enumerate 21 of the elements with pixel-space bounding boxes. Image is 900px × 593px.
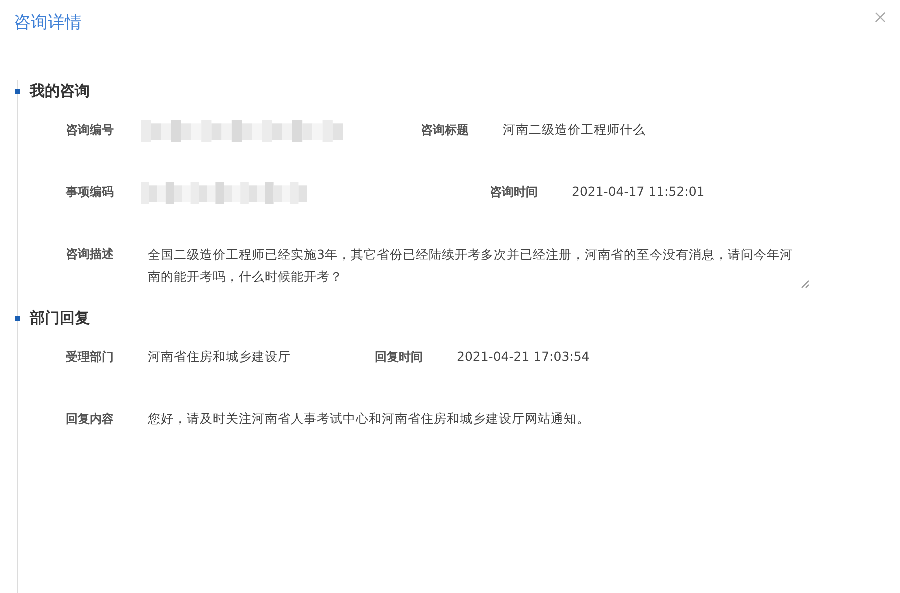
section-heading: 部门回复 [30,308,90,328]
field-label: 咨询编号 [66,122,115,139]
close-icon[interactable] [875,12,886,22]
field-label: 回复时间 [375,349,424,366]
field-value: 您好，请及时关注河南省人事考试中心和河南省住房和城乡建设厅网站通知。 [148,410,590,428]
field-label: 咨询标题 [421,122,470,139]
field-value: 2021-04-21 17:03:54 [457,348,590,366]
field-value: 2021-04-17 11:52:01 [572,183,705,201]
resize-grip-icon[interactable] [801,280,809,288]
field-label: 咨询时间 [490,184,539,201]
field-value: 河南二级造价工程师什么 [503,121,646,139]
field-label: 咨询描述 [66,246,115,263]
description-field: 全国二级造价工程师已经实施3年，其它省份已经陆续开考多次并已经注册，河南省的至今没有消息，请问今年河南的能开考吗，什么时候能开考？ [141,238,811,290]
dialog-title: 咨询详情 [14,12,82,34]
field-label: 回复内容 [66,411,115,428]
field-value: 河南省住房和城乡建设厅 [148,348,291,366]
field-label: 事项编码 [66,184,115,201]
section-heading: 我的咨询 [30,82,90,100]
field-label: 受理部门 [66,349,115,366]
section-marker [15,316,20,320]
section-marker [15,88,20,94]
